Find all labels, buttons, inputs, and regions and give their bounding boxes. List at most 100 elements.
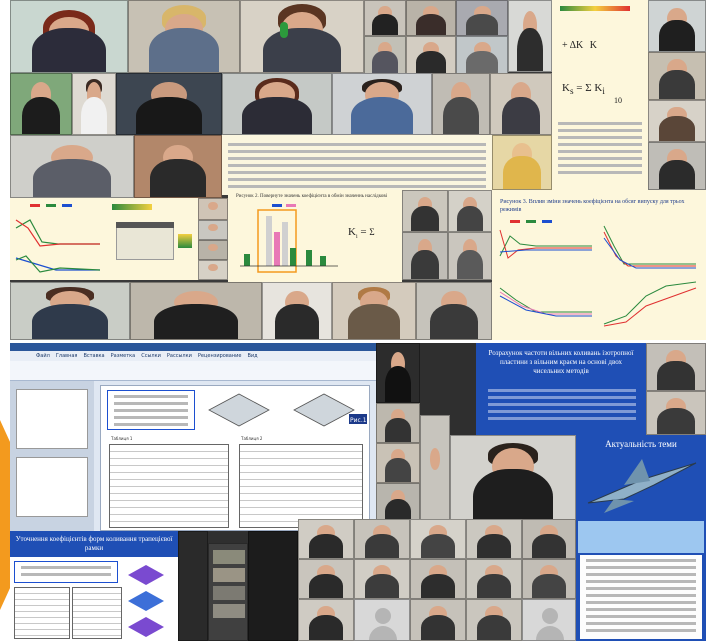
video-tile-boy-large — [450, 435, 576, 525]
video-tile-small-grid — [208, 543, 248, 641]
video-tile-mid-small-2 — [490, 73, 552, 135]
video-tile-woman-red-hair — [10, 0, 128, 73]
word-table-2 — [239, 444, 363, 528]
top-collage: + ΔK K Ks = Σ Ki 10 Рисунок 2. Повернуте… — [10, 0, 706, 340]
video-tile-bottom-col-5 — [420, 415, 450, 525]
word-menu-layout[interactable]: Разметка — [111, 353, 136, 359]
trapezoid-modes-graphic — [128, 565, 164, 637]
video-tile-small-5 — [364, 36, 406, 74]
hexagon-plates-graphic: Рис.1 — [208, 393, 367, 427]
word-menu-view[interactable]: Вид — [247, 353, 257, 359]
gallery-tile-13 — [410, 599, 466, 641]
gallery-tile-12 — [354, 599, 410, 641]
multi-line-charts — [499, 220, 697, 327]
word-menu-mailings[interactable]: Рассылки — [167, 353, 192, 359]
video-tile-small-3 — [456, 0, 508, 36]
video-tile-center-4 — [448, 232, 492, 280]
word-menu-review[interactable]: Рецензирование — [198, 353, 242, 359]
video-tile-boy-center — [402, 190, 448, 232]
video-tile-small-6 — [406, 36, 456, 74]
trapezoid-slide: Уточнення коефіцієнтів форм коливання тр… — [10, 531, 178, 641]
video-tile-center-3 — [402, 232, 448, 280]
word-menu-bar: Файл Главная Вставка Разметка Ссылки Рас… — [10, 351, 376, 361]
video-tile-bottom-col-2 — [376, 403, 420, 443]
bottom-left-title: Уточнення коефіцієнтів форм коливання тр… — [10, 531, 178, 557]
video-tile-boy-hands — [262, 282, 332, 340]
video-tile-stack-3 — [198, 240, 228, 260]
actuality-text-panel — [580, 555, 702, 639]
video-tile-right-col-1 — [648, 0, 706, 52]
formula-slide-top-right: + ΔK K Ks = Σ Ki 10 — [552, 0, 648, 190]
video-tile-man-beard — [130, 282, 262, 340]
blue-slide-title: Розрахунок частоти вільних коливань ізот… — [488, 349, 634, 375]
video-tile-bottom-left-1 — [178, 531, 208, 641]
gallery-tile-7 — [354, 559, 410, 599]
video-tile-bottom-dark — [248, 531, 298, 641]
word-document-window: Файл Главная Вставка Разметка Ссылки Рас… — [10, 343, 376, 531]
video-tile-right-col-2 — [648, 52, 706, 100]
right-chart-caption: Рисунок 3. Вплив зміни значень коефіцієн… — [500, 199, 685, 213]
video-tile-bottom-col-1 — [376, 343, 420, 403]
table-slide-small — [106, 198, 198, 280]
gallery-tile-3 — [410, 519, 466, 559]
video-tile-stack-1 — [198, 198, 228, 220]
gallery-tile-2 — [354, 519, 410, 559]
video-tile-man-orange-bg — [134, 135, 222, 198]
document-slide-center — [222, 135, 492, 195]
avatar-placeholder-icon — [542, 608, 558, 624]
bar-chart-slide-center: Рисунок 2. Повернуте значень коефіцієнта… — [228, 190, 402, 282]
video-tile-woman-blonde — [128, 0, 240, 73]
gallery-tile-11 — [298, 599, 354, 641]
word-ribbon — [10, 361, 376, 381]
video-tile-far-right-2 — [646, 391, 706, 435]
video-tile-woman-glasses — [10, 282, 130, 340]
gallery-tile-6 — [298, 559, 354, 599]
word-table-1 — [109, 444, 229, 528]
formula-center-k: K — [348, 226, 356, 238]
actuality-title: Актуальність теми — [605, 439, 677, 449]
word-table-title-2: Таблиця 2 — [241, 436, 263, 441]
blue-title-slide: Розрахунок частоти вільних коливань ізот… — [476, 343, 646, 435]
line-plot-graphic — [15, 204, 101, 273]
gallery-tile-8 — [410, 559, 466, 599]
word-menu-references[interactable]: Ссылки — [141, 353, 161, 359]
gallery-tile-1 — [298, 519, 354, 559]
gallery-tile-14 — [466, 599, 522, 641]
gallery-tile-15 — [522, 599, 576, 641]
gallery-tile-10 — [522, 559, 576, 599]
gallery-tile-9 — [466, 559, 522, 599]
word-left-thumbnails — [10, 381, 94, 531]
video-tile-girl-window — [72, 73, 116, 135]
video-tile-girl-lamp — [332, 282, 416, 340]
word-menu-file[interactable]: Файл — [36, 353, 50, 359]
video-tile-man-green — [10, 73, 72, 135]
bottom-collage: Файл Главная Вставка Разметка Ссылки Рас… — [10, 343, 706, 641]
video-tile-small-1 — [364, 0, 406, 36]
avatar-placeholder-icon — [375, 608, 391, 624]
video-tile-girl-headset — [240, 0, 364, 73]
word-menu-insert[interactable]: Вставка — [83, 353, 104, 359]
bar-chart-graphic — [240, 204, 338, 273]
video-tile-right-col-3 — [648, 100, 706, 142]
video-tile-mid-right-1 — [492, 135, 552, 190]
word-menu-home[interactable]: Главная — [56, 353, 78, 359]
word-page: Рис.1 Таблиця 1 Таблиця 2 — [100, 385, 370, 531]
video-tile-man-plaid — [10, 135, 134, 198]
video-tile-boy-center-2 — [448, 190, 492, 232]
aircraft-graphic — [587, 459, 697, 513]
formula-right-2: K — [589, 40, 597, 51]
video-tile-man-dark-bg — [116, 73, 222, 135]
gallery-tile-4 — [466, 519, 522, 559]
slide-text-lines — [552, 118, 648, 188]
chart-slide-left — [10, 198, 106, 280]
video-tile-bottom-col-3 — [376, 443, 420, 483]
video-tile-small-2 — [406, 0, 456, 36]
video-tile-right-col-4 — [648, 142, 706, 190]
formula-right-1: + ΔK — [562, 40, 584, 51]
video-tile-stack-4 — [198, 260, 228, 280]
video-tile-small-4 — [508, 0, 552, 72]
gallery-tile-5 — [522, 519, 576, 559]
video-tile-far-right-1 — [646, 343, 706, 391]
multi-chart-slide-right: Рисунок 3. Вплив зміни значень коефіцієн… — [492, 190, 706, 340]
actuality-slide: Актуальність теми — [576, 435, 706, 641]
